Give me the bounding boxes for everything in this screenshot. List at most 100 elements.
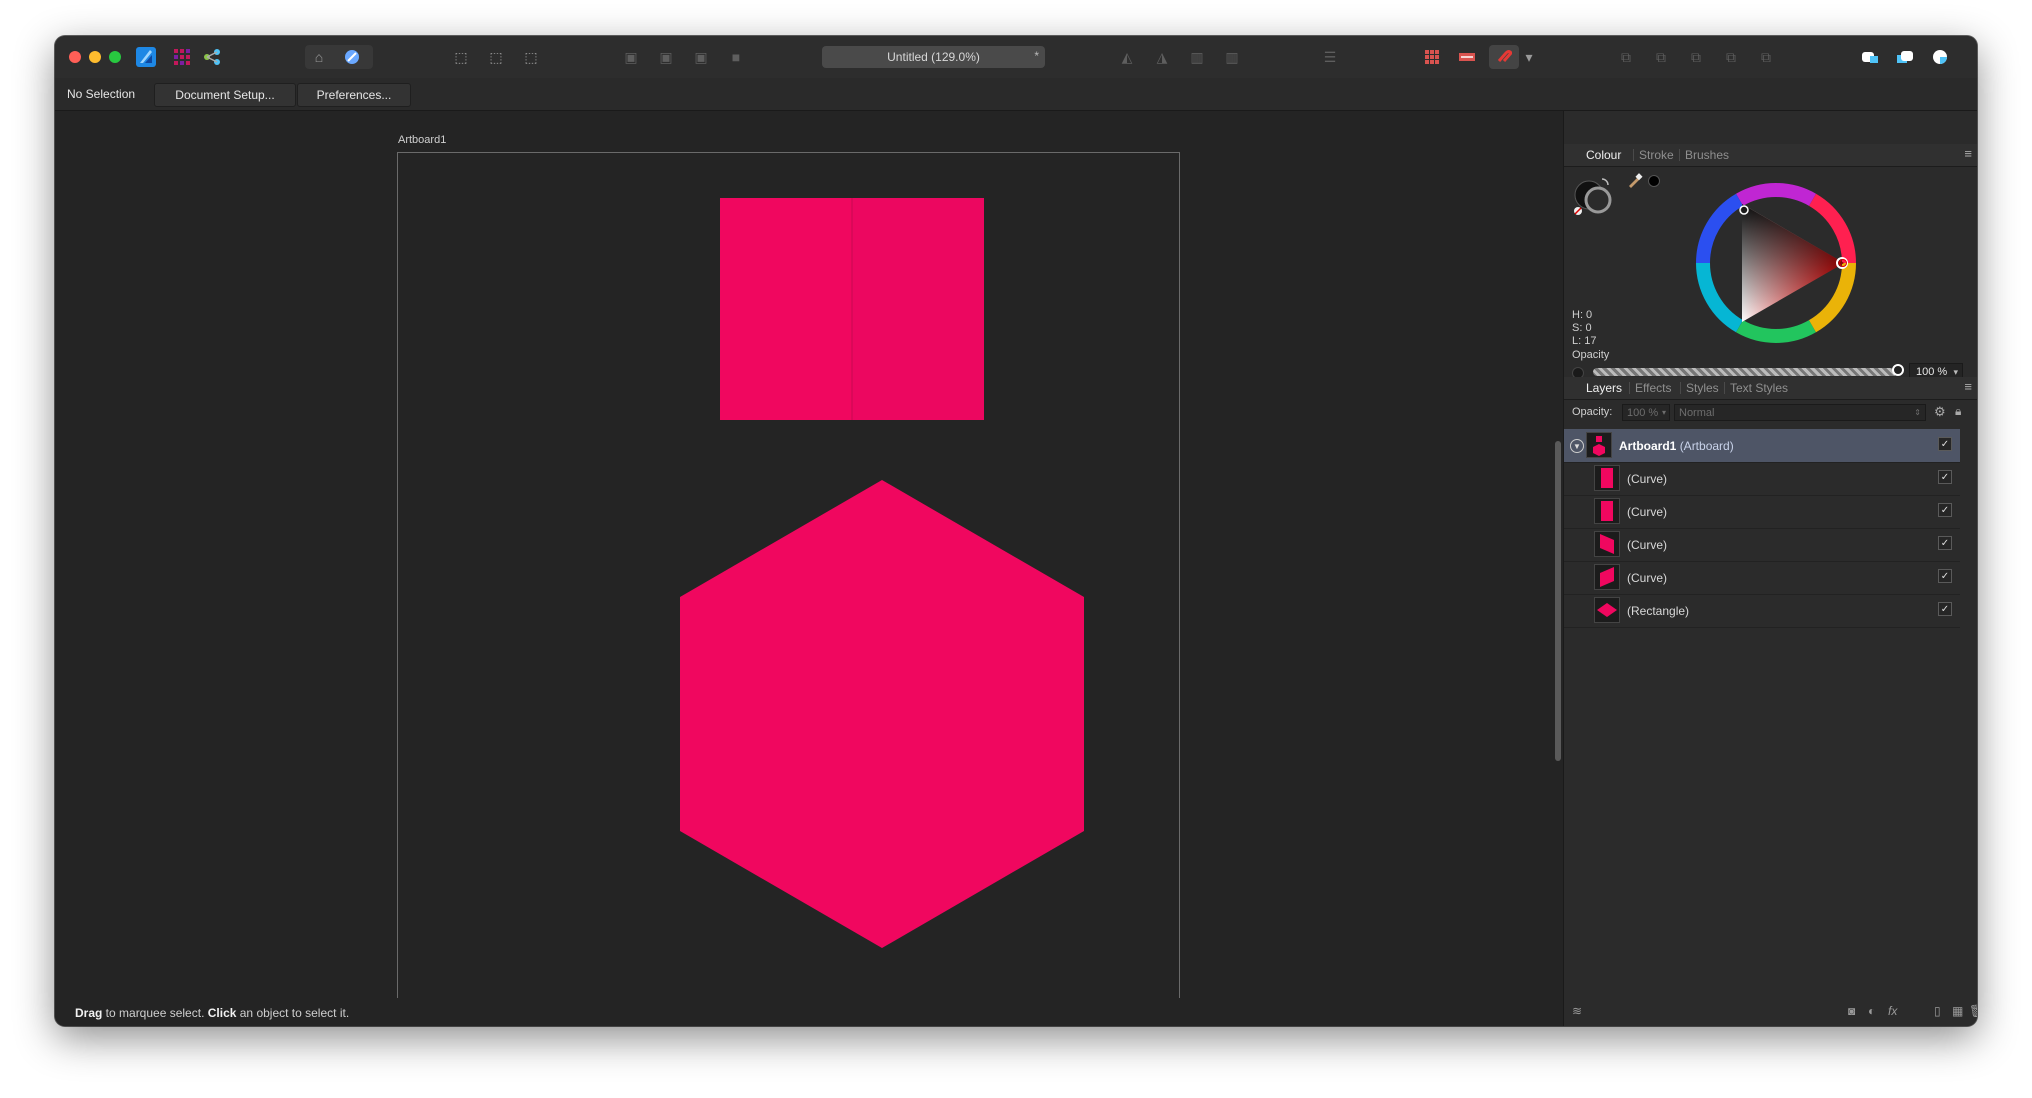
adjustment-layer-icon[interactable]: ◐ (1868, 1004, 1875, 1018)
arrange-front-icon[interactable]: ■ (725, 46, 747, 68)
layer-visibility-checkbox[interactable]: ✓ (1938, 470, 1952, 484)
tab-colour[interactable]: Colour (1586, 148, 1621, 162)
status-hint: Drag to marquee select. Click an object … (75, 1006, 350, 1020)
boolean-subtract-icon[interactable]: ⧉ (1650, 46, 1672, 68)
delete-layer-icon[interactable]: 🗑︎ (1969, 1004, 1977, 1018)
export-persona-icon[interactable] (201, 46, 223, 68)
tab-effects[interactable]: Effects (1635, 381, 1671, 395)
document-setup-button[interactable]: Document Setup... (154, 83, 296, 107)
layers-stack-icon[interactable]: ≋ (1572, 1004, 1582, 1018)
layer-visibility-checkbox[interactable]: ✓ (1938, 503, 1952, 517)
insert-behind-icon[interactable] (1859, 46, 1881, 68)
layer-row[interactable]: (Curve) ✓ (1564, 495, 1960, 529)
tab-styles[interactable]: Styles (1686, 381, 1719, 395)
tab-text-styles[interactable]: Text Styles (1730, 381, 1788, 395)
colour-panel-tabs: Colour Stroke Brushes ≡ (1564, 144, 1977, 167)
designer-persona-icon[interactable] (135, 46, 157, 68)
preferences-button[interactable]: Preferences... (297, 83, 411, 107)
tab-brushes[interactable]: Brushes (1685, 148, 1729, 162)
layer-row[interactable]: (Curve) ✓ (1564, 528, 1960, 562)
add-pixel-layer-icon[interactable]: ▯ (1934, 1004, 1941, 1018)
layer-name: (Curve) (1627, 505, 1668, 519)
canvas[interactable]: Artboard1 (55, 111, 1561, 999)
boolean-intersect-icon[interactable]: ⧉ (1685, 46, 1707, 68)
current-colour-swatch[interactable] (1648, 175, 1660, 187)
snapping-manager-icon[interactable] (341, 46, 363, 68)
boolean-divide-icon[interactable]: ⧉ (1755, 46, 1777, 68)
artboard-shapes (680, 198, 1084, 948)
flip-horizontal-icon[interactable]: ◭ (1116, 46, 1138, 68)
align-icon[interactable]: ☰ (1319, 46, 1341, 68)
layer-lock-icon[interactable]: 🔒︎ (1955, 404, 1961, 419)
layer-row[interactable]: (Rectangle) ✓ (1564, 594, 1960, 628)
rectangle-halves[interactable] (720, 198, 984, 420)
layer-visibility-checkbox[interactable]: ✓ (1938, 437, 1952, 451)
grid-icon[interactable] (1421, 46, 1443, 68)
vertical-scrollbar[interactable] (1555, 441, 1561, 761)
layer-name: (Curve) (1627, 571, 1668, 585)
zoom-window-button[interactable] (109, 51, 121, 63)
tab-layers[interactable]: Layers (1586, 381, 1622, 395)
select-none-icon[interactable]: ⬚ (485, 46, 507, 68)
context-toolbar: No Selection Document Setup... Preferenc… (55, 78, 1977, 111)
curve-right-half[interactable] (852, 198, 984, 420)
selection-status: No Selection (67, 87, 136, 101)
layer-opacity-label: Opacity: (1572, 406, 1613, 418)
arrange-back-icon[interactable]: ▣ (620, 46, 642, 68)
select-all-icon[interactable]: ⬚ (450, 46, 472, 68)
insert-top-icon[interactable] (1894, 46, 1916, 68)
artboard-layer-name: Artboard1 (Artboard) (1619, 439, 1734, 453)
layer-row[interactable]: (Curve) ✓ (1564, 561, 1960, 595)
layers-bottom-bar: ≋ ◙ ◐ fx ▯ ▦ 🗑︎ (1564, 1004, 1977, 1018)
arrange-forward-icon[interactable]: ▣ (690, 46, 712, 68)
assistant-icon[interactable]: ⌂ (308, 46, 330, 68)
layer-row[interactable]: (Curve) ✓ (1564, 462, 1960, 496)
colour-picker-icon[interactable] (1626, 171, 1644, 189)
layer-row-artboard[interactable]: ▼ Artboard1 (Artboard) ✓ (1564, 429, 1960, 463)
rotate-left-icon[interactable]: ▥ (1186, 46, 1208, 68)
panel-menu-icon[interactable]: ≡ (1964, 146, 1972, 161)
hexagon-shape[interactable] (680, 480, 1084, 948)
document-title-tab[interactable]: Untitled (129.0%) * (822, 46, 1045, 68)
rotate-right-icon[interactable]: ▥ (1221, 46, 1243, 68)
expand-toggle-icon[interactable]: ▼ (1570, 439, 1584, 453)
layer-name: (Curve) (1627, 472, 1668, 486)
boolean-add-icon[interactable]: ⧉ (1615, 46, 1637, 68)
studio-panel: Colour Stroke Brushes ≡ H: 0 S: 0 L: 17 … (1563, 111, 1977, 1026)
artboard[interactable] (397, 152, 1180, 999)
layer-opacity-field[interactable]: 100 % ▾ (1622, 404, 1670, 421)
snapping-dropdown-icon[interactable]: ▾ (1523, 46, 1535, 68)
opacity-slider-handle[interactable] (1892, 364, 1904, 376)
invert-selection-icon[interactable]: ⬚ (520, 46, 542, 68)
mask-layer-icon[interactable]: ◙ (1848, 1004, 1855, 1018)
curve-left-half[interactable] (720, 198, 852, 420)
blend-mode-select[interactable]: Normal ⇕ (1674, 404, 1926, 421)
insert-inside-icon[interactable] (1929, 46, 1951, 68)
arrange-backward-icon[interactable]: ▣ (655, 46, 677, 68)
layer-name: (Rectangle) (1627, 604, 1690, 618)
layer-visibility-checkbox[interactable]: ✓ (1938, 602, 1952, 616)
layer-settings-gear-icon[interactable]: ⚙ (1934, 404, 1946, 420)
colour-wheel[interactable] (1696, 183, 1856, 343)
saturation-readout: S: 0 (1572, 322, 1592, 334)
hue-readout: H: 0 (1572, 309, 1593, 321)
fill-stroke-swatch-icon[interactable] (1572, 171, 1632, 217)
tab-stroke[interactable]: Stroke (1639, 148, 1674, 162)
pixel-persona-icon[interactable] (171, 46, 193, 68)
layers-panel-menu-icon[interactable]: ≡ (1964, 379, 1972, 394)
force-pixel-alignment-icon[interactable] (1456, 46, 1478, 68)
flip-vertical-icon[interactable]: ◮ (1151, 46, 1173, 68)
minimize-window-button[interactable] (89, 51, 101, 63)
boolean-xor-icon[interactable]: ⧉ (1720, 46, 1742, 68)
fx-layer-icon[interactable]: fx (1888, 1004, 1897, 1018)
snapping-magnet-icon[interactable] (1493, 46, 1515, 68)
layer-visibility-checkbox[interactable]: ✓ (1938, 536, 1952, 550)
close-window-button[interactable] (69, 51, 81, 63)
hexagon[interactable] (680, 480, 1084, 948)
layers-options-bar: Opacity: 100 % ▾ Normal ⇕ ⚙ 🔒︎ (1564, 401, 1977, 425)
add-group-icon[interactable]: ▦ (1952, 1004, 1963, 1018)
document-close-icon[interactable]: * (1034, 49, 1039, 63)
layer-visibility-checkbox[interactable]: ✓ (1938, 569, 1952, 583)
document-title: Untitled (129.0%) (887, 50, 980, 64)
opacity-slider[interactable] (1593, 368, 1897, 376)
